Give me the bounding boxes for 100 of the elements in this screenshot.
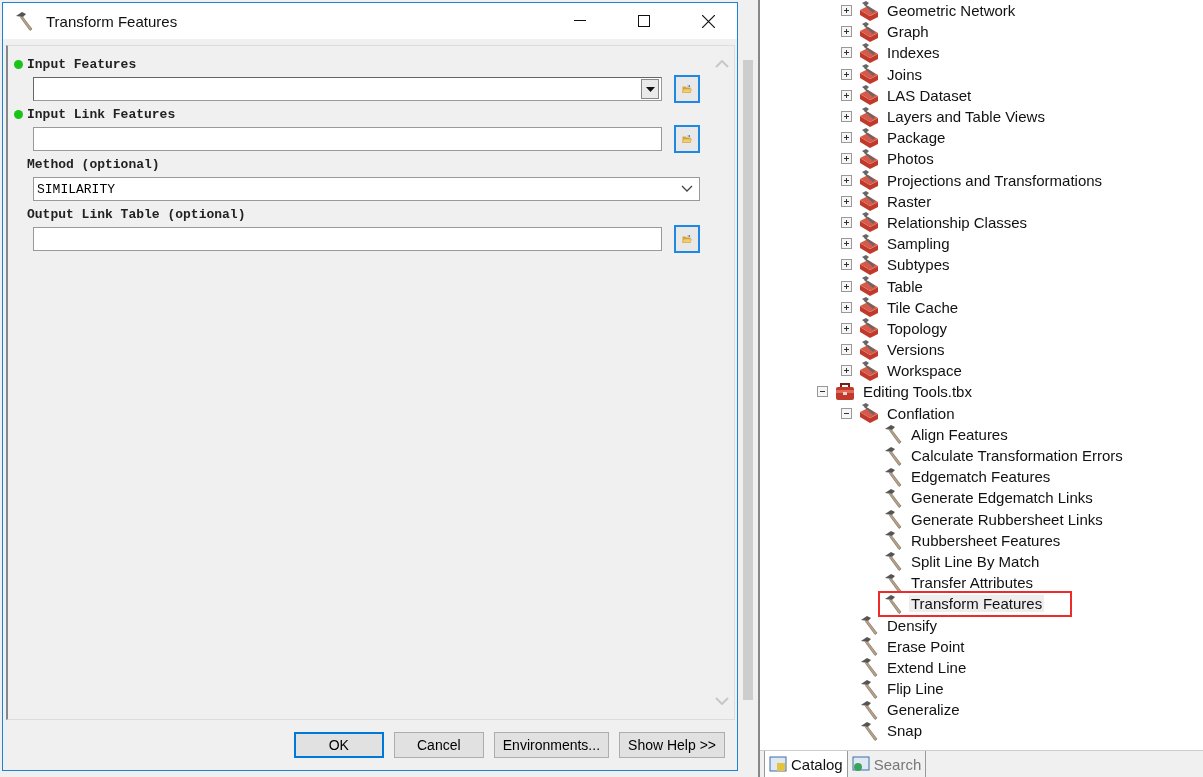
tree-item[interactable]: Topology — [885, 319, 950, 337]
search-window-icon — [851, 756, 870, 772]
toolset-icon — [858, 64, 880, 85]
browse-button[interactable] — [674, 225, 700, 253]
tree-item[interactable]: Calculate Transformation Errors — [909, 447, 1125, 465]
input-field[interactable] — [33, 227, 662, 251]
expand-icon[interactable] — [841, 344, 852, 356]
toolset-icon — [858, 106, 880, 127]
tree-item[interactable]: Transform Features — [909, 595, 1045, 613]
panel-tab[interactable]: Catalog — [764, 751, 848, 777]
tree-item[interactable]: Graph — [885, 23, 931, 41]
minimize-icon — [574, 20, 586, 22]
toolset-icon — [858, 170, 880, 191]
toolset-icon — [858, 318, 880, 339]
tree-item[interactable]: LAS Dataset — [885, 86, 974, 104]
toolset-icon — [858, 339, 880, 360]
tree-item[interactable]: Rubbersheet Features — [909, 531, 1063, 549]
expand-icon[interactable] — [841, 153, 852, 165]
parameter-label: Input Link Features — [27, 106, 176, 122]
tree-item[interactable]: Edgematch Features — [909, 468, 1053, 486]
tree-item[interactable]: Tile Cache — [885, 298, 961, 316]
toolset-icon — [858, 233, 880, 254]
tree-item[interactable]: Erase Point — [885, 637, 967, 655]
expand-icon[interactable] — [841, 301, 852, 313]
tree-item[interactable]: Align Features — [909, 425, 1010, 443]
tree-item[interactable]: Raster — [885, 192, 934, 210]
expand-icon[interactable] — [841, 132, 852, 144]
collapse-icon[interactable] — [841, 407, 852, 419]
expand-icon[interactable] — [841, 238, 852, 250]
dialog-button[interactable]: OK — [293, 732, 384, 758]
expand-icon[interactable] — [841, 68, 852, 80]
tree-item[interactable]: Joins — [885, 65, 925, 83]
expand-icon[interactable] — [841, 259, 852, 271]
tree-item[interactable]: Transfer Attributes — [909, 574, 1035, 592]
toolset-icon — [858, 297, 880, 318]
tree-item[interactable]: Table — [885, 277, 925, 295]
toolset-icon — [858, 360, 880, 381]
expand-icon[interactable] — [841, 89, 852, 101]
toolset-icon — [858, 148, 880, 169]
tree-item[interactable]: Densify — [885, 616, 940, 634]
tree-item[interactable]: Snap — [885, 722, 925, 740]
browse-button[interactable] — [674, 75, 700, 103]
tree-item[interactable]: Conflation — [885, 404, 957, 422]
expand-icon[interactable] — [841, 280, 852, 292]
tree-item[interactable]: Indexes — [885, 44, 942, 62]
caret-icon — [645, 86, 655, 92]
catalog-icon — [769, 756, 787, 772]
parameter-label: Method (optional) — [27, 156, 160, 172]
input-field[interactable] — [33, 127, 662, 151]
tree-item[interactable]: Geometric Network — [885, 2, 1018, 20]
tree-item[interactable]: Flip Line — [885, 680, 946, 698]
tree-item[interactable]: Split Line By Match — [909, 552, 1042, 570]
expand-icon[interactable] — [841, 111, 852, 123]
toolset-icon — [858, 127, 880, 148]
tree-item[interactable]: Generate Rubbersheet Links — [909, 510, 1105, 528]
maximize-icon — [638, 15, 650, 27]
toolset-icon — [858, 403, 880, 424]
tree-item[interactable]: Editing Tools.tbx — [861, 383, 974, 401]
tree-item[interactable]: Subtypes — [885, 256, 952, 274]
toolbox-icon — [834, 381, 856, 402]
tree-item[interactable]: Projections and Transformations — [885, 171, 1105, 189]
browse-button[interactable] — [674, 125, 700, 153]
expand-icon[interactable] — [841, 365, 852, 377]
dropdown-field[interactable]: SIMILARITY — [33, 177, 700, 201]
window-title: Transform Features — [46, 12, 179, 30]
expand-icon[interactable] — [841, 174, 852, 186]
dialog-button[interactable]: Show Help >> — [619, 732, 725, 758]
toolset-icon — [858, 254, 880, 275]
toolset-icon — [858, 42, 880, 63]
tree-item[interactable]: Layers and Table Views — [885, 108, 1047, 126]
chevron-down-icon — [681, 185, 693, 193]
parameter-label: Output Link Table (optional) — [27, 206, 246, 222]
tree-item[interactable]: Package — [885, 129, 948, 147]
tree-item[interactable]: Versions — [885, 341, 947, 359]
expand-icon[interactable] — [841, 26, 852, 38]
dialog-button[interactable]: Cancel — [393, 732, 484, 758]
toolset-icon — [858, 191, 880, 212]
toolset-icon — [858, 0, 880, 21]
parameter-label: Input Features — [27, 56, 137, 72]
tree-item[interactable]: Photos — [885, 150, 936, 168]
toolset-icon — [858, 276, 880, 297]
dropdown-button[interactable] — [641, 79, 659, 99]
scrollbar[interactable] — [743, 60, 753, 700]
expand-icon[interactable] — [841, 5, 852, 17]
tree-item[interactable]: Generalize — [885, 701, 962, 719]
toolset-icon — [858, 212, 880, 233]
input-field[interactable] — [33, 77, 662, 101]
expand-icon[interactable] — [841, 195, 852, 207]
dialog-button[interactable]: Environments... — [493, 732, 610, 758]
tree-item[interactable]: Extend Line — [885, 658, 969, 676]
tree-item[interactable]: Workspace — [885, 362, 964, 380]
tree-item[interactable]: Relationship Classes — [885, 213, 1030, 231]
expand-icon[interactable] — [841, 47, 852, 59]
close-icon — [701, 14, 715, 28]
expand-icon[interactable] — [841, 216, 852, 228]
expand-icon[interactable] — [841, 322, 852, 334]
tree-item[interactable]: Sampling — [885, 235, 952, 253]
tree-item[interactable]: Generate Edgematch Links — [909, 489, 1095, 507]
collapse-icon[interactable] — [817, 386, 828, 398]
toolset-icon — [858, 85, 880, 106]
